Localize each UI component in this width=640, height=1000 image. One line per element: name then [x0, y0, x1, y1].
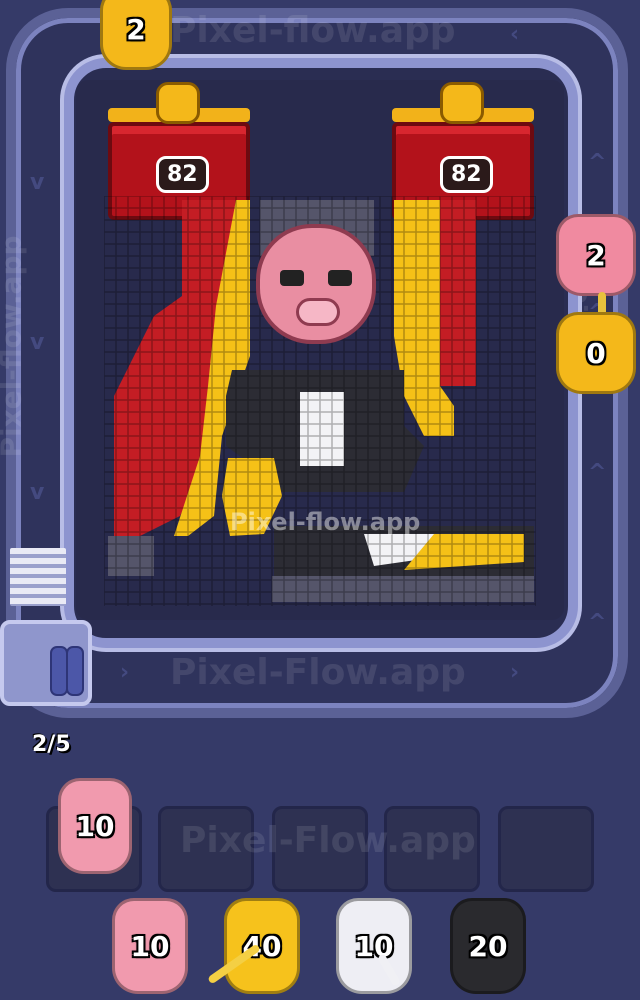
track-pig-right-lower[interactable]: 0	[556, 312, 636, 394]
watermark-top: Pixel-flow.app	[170, 10, 456, 51]
shooter-pig-2[interactable]: 40	[224, 898, 300, 994]
tank-pig-icon	[156, 82, 200, 124]
pixel-region-red-right	[440, 200, 476, 386]
track-chevron-icon: v	[30, 480, 45, 505]
watermark-slots: Pixel-Flow.app	[180, 820, 476, 861]
tank-count: 82	[440, 156, 493, 193]
watermark-left: Pixel-flow.app	[0, 235, 28, 458]
track-chevron-icon: v	[30, 170, 45, 195]
track-chevron-icon: ^	[588, 460, 607, 485]
track-chevron-icon: ^	[588, 610, 607, 635]
pig-count: 10	[130, 929, 170, 963]
shooter-pig-1[interactable]: 10	[112, 898, 188, 994]
watermark-center: Pixel-flow.app	[230, 508, 421, 536]
queue-counter-machine	[0, 620, 92, 706]
pixel-region-tie	[300, 392, 344, 466]
watermark-bottom: Pixel-Flow.app	[170, 652, 466, 693]
waiting-slot-5[interactable]	[498, 806, 594, 892]
pixel-region-gray-left	[108, 536, 154, 576]
track-chevron-icon: ›	[120, 660, 130, 685]
tank-pig-icon	[440, 82, 484, 124]
pig-count: 20	[468, 929, 508, 963]
queue-progress: 2/5	[32, 732, 71, 757]
track-chevron-icon: ›	[510, 660, 520, 685]
pig-count: 2	[126, 12, 146, 46]
pig-count: 10	[75, 809, 115, 843]
waiting-pig[interactable]: 10	[58, 778, 132, 874]
track-pig-right-upper[interactable]: 2	[556, 214, 636, 296]
track-chevron-icon: ‹	[510, 22, 520, 47]
pig-count: 0	[586, 336, 606, 370]
shooter-pig-4[interactable]: 20	[450, 898, 526, 994]
pig-count: 10	[354, 929, 394, 963]
pig-count: 2	[586, 238, 606, 272]
rail-entry-stripes	[10, 548, 66, 606]
boss-pig-icon	[256, 224, 376, 344]
track-pig-top[interactable]: 2	[100, 0, 172, 70]
track-chevron-icon: ^	[588, 150, 607, 175]
shooter-pig-3[interactable]: 10	[336, 898, 412, 994]
track-chevron-icon: v	[30, 330, 45, 355]
pixel-region-base	[272, 576, 534, 602]
tank-count: 82	[156, 156, 209, 193]
